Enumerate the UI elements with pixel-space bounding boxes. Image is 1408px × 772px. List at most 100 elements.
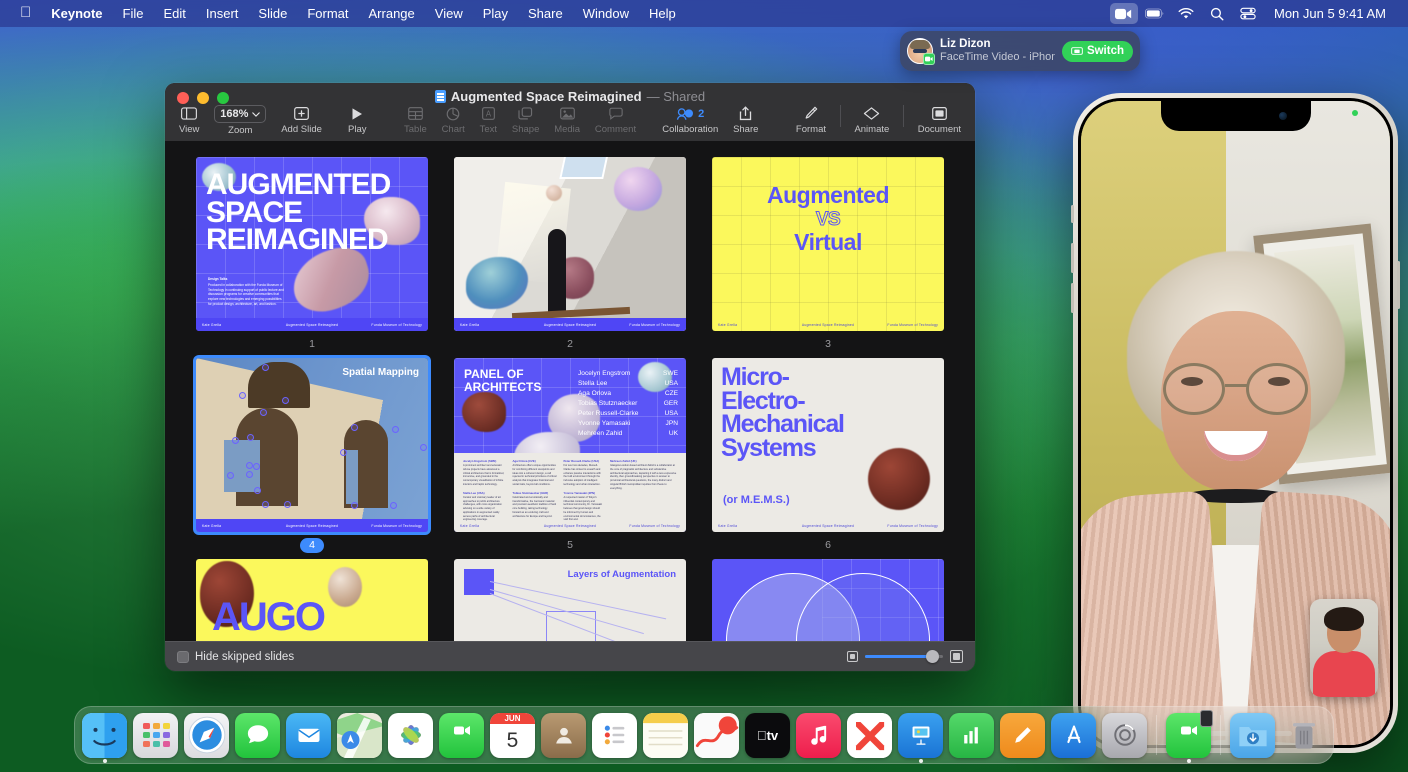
menu-item-file[interactable]: File xyxy=(113,4,154,23)
dock-item-facetime-iphone[interactable] xyxy=(1166,713,1211,758)
menu-item-keynote[interactable]: Keynote xyxy=(41,4,112,23)
control-center-icon[interactable] xyxy=(1234,3,1262,24)
mapping-point xyxy=(262,364,269,371)
slide-thumbnail-9[interactable]: PHYSICAL AUGMENTED VIRTUAL xyxy=(712,559,944,641)
menu-item-slide[interactable]: Slide xyxy=(248,4,297,23)
menu-item-view[interactable]: View xyxy=(425,4,473,23)
volume-down-button[interactable] xyxy=(1071,283,1074,313)
search-icon[interactable] xyxy=(1203,3,1231,24)
slide-cell-6[interactable]: Micro- Electro- Mechanical Systems (or M… xyxy=(699,352,957,553)
downloads-folder-icon[interactable] xyxy=(1230,713,1275,758)
stocks-icon[interactable] xyxy=(694,713,739,758)
zoom-select[interactable]: 168% xyxy=(214,105,266,123)
zoom-control[interactable]: 168% Zoom xyxy=(214,105,266,136)
dock-item-keynote[interactable] xyxy=(898,713,943,758)
checkbox-box[interactable] xyxy=(177,651,189,663)
menu-item-insert[interactable]: Insert xyxy=(196,4,249,23)
safari-icon[interactable] xyxy=(184,713,229,758)
text-button[interactable]: A Text xyxy=(480,105,497,135)
menu-item-window[interactable]: Window xyxy=(573,4,639,23)
slide-cell-1[interactable]: AUGMENTED SPACE REIMAGINED Design Talks … xyxy=(183,151,441,352)
menu-item-help[interactable]: Help xyxy=(639,4,686,23)
music-icon[interactable] xyxy=(796,713,841,758)
menu-item-play[interactable]: Play xyxy=(473,4,518,23)
slide-thumbnail-1[interactable]: AUGMENTED SPACE REIMAGINED Design Talks … xyxy=(196,157,428,331)
finder-icon[interactable] xyxy=(82,713,127,758)
dock-item-finder[interactable] xyxy=(82,713,127,758)
slider-thumb[interactable] xyxy=(926,650,939,663)
wifi-icon[interactable] xyxy=(1172,3,1200,24)
volume-up-button[interactable] xyxy=(1071,243,1074,273)
menu-item-share[interactable]: Share xyxy=(518,4,573,23)
notes-icon[interactable] xyxy=(643,713,688,758)
share-button[interactable]: Share xyxy=(733,105,758,135)
media-button[interactable]: Media xyxy=(554,105,580,135)
self-view-pip[interactable] xyxy=(1310,599,1378,697)
maps-icon[interactable] xyxy=(337,713,382,758)
power-button[interactable] xyxy=(1397,261,1400,309)
calendar-month: JUN xyxy=(490,713,535,724)
menu-item-format[interactable]: Format xyxy=(297,4,358,23)
reminders-icon[interactable] xyxy=(592,713,637,758)
pages-icon[interactable] xyxy=(1000,713,1045,758)
mail-icon[interactable] xyxy=(286,713,331,758)
slide-cell-8[interactable]: Layers of Augmentation xyxy=(441,553,699,641)
slide-cell-9[interactable]: PHYSICAL AUGMENTED VIRTUAL xyxy=(699,553,957,641)
contacts-icon[interactable] xyxy=(541,713,586,758)
numbers-icon[interactable] xyxy=(949,713,994,758)
collaboration-button[interactable]: 2 Collaboration xyxy=(662,105,718,135)
shape-button[interactable]: Shape xyxy=(512,105,539,135)
slide-thumbnail-2[interactable]: Kate Grella Augmented Space Reimagined F… xyxy=(454,157,686,331)
slide-thumbnail-8[interactable]: Layers of Augmentation xyxy=(454,559,686,641)
document-button[interactable]: Document xyxy=(918,105,961,135)
news-icon[interactable] xyxy=(847,713,892,758)
silent-switch[interactable] xyxy=(1071,205,1074,223)
photos-icon[interactable] xyxy=(388,713,433,758)
add-slide-button[interactable]: Add Slide xyxy=(281,105,322,135)
menu-bar-clock[interactable]: Mon Jun 5 9:41 AM xyxy=(1265,6,1390,21)
hide-skipped-slides-checkbox[interactable]: Hide skipped slides xyxy=(177,651,294,663)
slider-track[interactable] xyxy=(865,655,943,658)
system-settings-icon[interactable] xyxy=(1102,713,1147,758)
appletv-icon[interactable]: tv xyxy=(745,713,790,758)
launchpad-icon[interactable] xyxy=(133,713,178,758)
trash-icon[interactable] xyxy=(1281,713,1326,758)
view-button[interactable]: View xyxy=(179,105,199,135)
facetime-notification[interactable]: Liz Dizon FaceTime Video - iPhone › Swit… xyxy=(900,31,1140,71)
facetime-camera-icon[interactable] xyxy=(1110,3,1138,24)
calendar-icon[interactable]: JUN 5 xyxy=(490,713,535,758)
small-thumbnail-icon[interactable] xyxy=(847,651,858,662)
large-thumbnail-icon[interactable] xyxy=(950,650,963,663)
slide-thumbnail-7[interactable]: AUGO xyxy=(196,559,428,641)
battery-icon[interactable] xyxy=(1141,3,1169,24)
switch-button[interactable]: Switch xyxy=(1062,41,1133,62)
slide-thumbnail-4[interactable]: Spatial Mapping Kate Grella Augmented Sp… xyxy=(196,358,428,532)
slide-navigator[interactable]: AUGMENTED SPACE REIMAGINED Design Talks … xyxy=(165,141,975,641)
animate-button[interactable]: Animate xyxy=(854,105,889,135)
facetime-icon[interactable] xyxy=(439,713,484,758)
slide-thumbnail-3[interactable]: Augmented VS Virtual Kate Grella Augment… xyxy=(712,157,944,331)
keynote-icon[interactable] xyxy=(898,713,943,758)
thumbnail-size-slider[interactable] xyxy=(847,650,963,663)
slide-cell-2[interactable]: Kate Grella Augmented Space Reimagined F… xyxy=(441,151,699,352)
comment-button[interactable]: Comment xyxy=(595,105,636,135)
messages-icon[interactable] xyxy=(235,713,280,758)
chart-button[interactable]: Chart xyxy=(442,105,465,135)
format-button[interactable]: Format xyxy=(796,105,826,135)
dock-divider-2 xyxy=(1220,715,1221,755)
iphone-device[interactable] xyxy=(1073,93,1398,753)
keynote-window[interactable]: Augmented Space Reimagined — Shared View… xyxy=(165,83,975,671)
menu-item-arrange[interactable]: Arrange xyxy=(359,4,425,23)
slide-cell-7[interactable]: AUGO xyxy=(183,553,441,641)
facetime-video-screen[interactable] xyxy=(1081,101,1390,745)
slide-thumbnail-5[interactable]: PANEL OF ARCHITECTS Jocelyn EngstromSWE … xyxy=(454,358,686,532)
slide-thumbnail-6[interactable]: Micro- Electro- Mechanical Systems (or M… xyxy=(712,358,944,532)
slide-cell-4[interactable]: Spatial Mapping Kate Grella Augmented Sp… xyxy=(183,352,441,553)
slide-cell-5[interactable]: PANEL OF ARCHITECTS Jocelyn EngstromSWE … xyxy=(441,352,699,553)
apple-menu-icon[interactable]:  xyxy=(10,5,41,22)
menu-item-edit[interactable]: Edit xyxy=(154,4,196,23)
play-button[interactable]: Play xyxy=(348,105,366,135)
slide-cell-3[interactable]: Augmented VS Virtual Kate Grella Augment… xyxy=(699,151,957,352)
table-button[interactable]: Table xyxy=(404,105,427,135)
appstore-icon[interactable] xyxy=(1051,713,1096,758)
